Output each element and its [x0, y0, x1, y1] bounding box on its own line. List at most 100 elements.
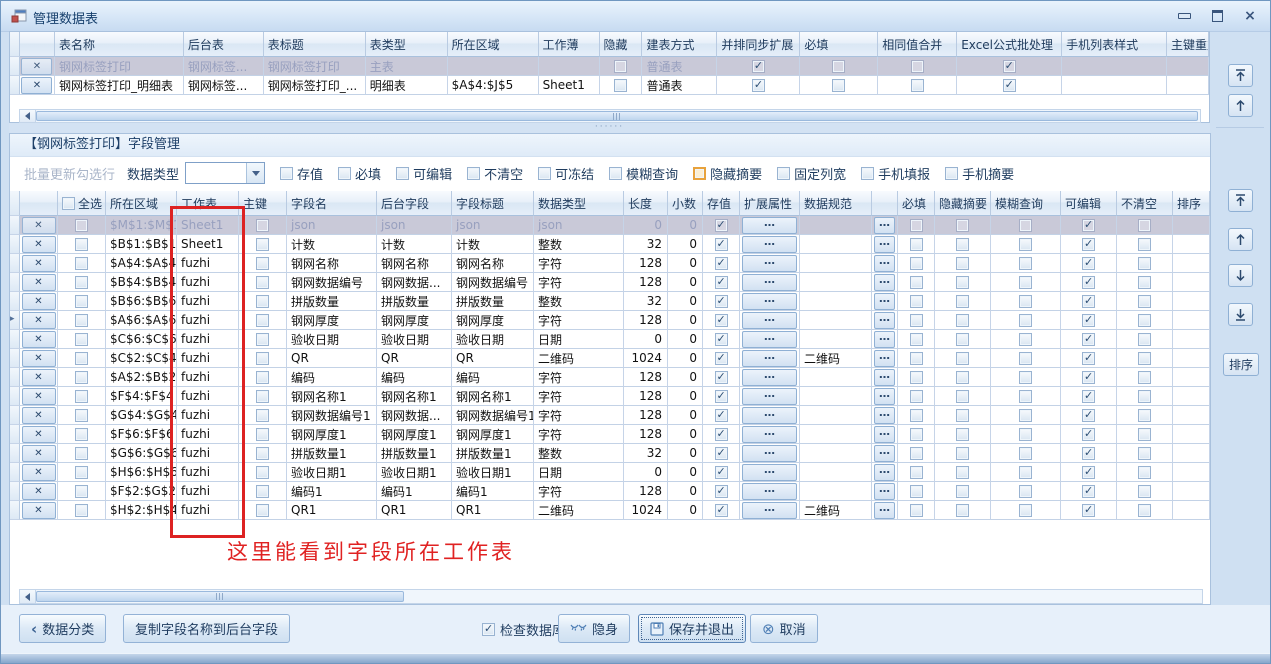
cell-title[interactable]: QR1: [452, 501, 534, 520]
more-ellipsis-button[interactable]: …: [874, 312, 895, 329]
store-checkbox[interactable]: [715, 371, 728, 384]
delete-row-button[interactable]: ✕: [21, 77, 52, 94]
cell-dtype[interactable]: 二维码: [534, 501, 624, 520]
cell-backend[interactable]: 钢网名称1: [377, 387, 452, 406]
ext-ellipsis-button[interactable]: …: [742, 464, 797, 481]
toolbar-checkbox-2[interactable]: [396, 167, 409, 180]
cell-spec[interactable]: [800, 482, 872, 501]
hidesum-checkbox[interactable]: [956, 314, 969, 327]
pk-checkbox[interactable]: [256, 409, 269, 422]
move-to-top-button[interactable]: [1228, 189, 1253, 212]
store-checkbox[interactable]: [715, 504, 728, 517]
cell-spec[interactable]: [800, 254, 872, 273]
delete-row-button[interactable]: ✕: [21, 58, 52, 75]
hidesum-checkbox[interactable]: [956, 504, 969, 517]
restore-button[interactable]: [1209, 8, 1225, 24]
cell-sheet[interactable]: fuzhi: [177, 273, 239, 292]
cell-spec[interactable]: [800, 292, 872, 311]
cell-title[interactable]: 钢网名称: [452, 254, 534, 273]
cell-spec[interactable]: [800, 444, 872, 463]
more-ellipsis-button[interactable]: …: [874, 464, 895, 481]
cell-backend[interactable]: 验收日期1: [377, 463, 452, 482]
fuzzy-checkbox[interactable]: [1019, 295, 1032, 308]
sel-checkbox[interactable]: [75, 466, 88, 479]
more-ellipsis-button[interactable]: …: [874, 255, 895, 272]
hidesum-checkbox[interactable]: [956, 238, 969, 251]
more-ellipsis-button[interactable]: …: [874, 483, 895, 500]
close-button[interactable]: ×: [1242, 8, 1258, 24]
req-checkbox[interactable]: [910, 257, 923, 270]
cell-title[interactable]: 钢网数据编号: [452, 273, 534, 292]
noclear-checkbox[interactable]: [1138, 371, 1151, 384]
toolbar-checkbox-9[interactable]: [945, 167, 958, 180]
sort-button[interactable]: 排序: [1223, 353, 1259, 376]
toolbar-checkbox-6[interactable]: [693, 167, 706, 180]
toolbar-checkbox-5[interactable]: [609, 167, 622, 180]
store-checkbox[interactable]: [715, 295, 728, 308]
cell-book[interactable]: Sheet1: [539, 76, 600, 95]
cell-field[interactable]: 钢网厚度1: [287, 425, 377, 444]
cell-backend[interactable]: QR: [377, 349, 452, 368]
pk-checkbox[interactable]: [256, 371, 269, 384]
cell-spec[interactable]: [800, 273, 872, 292]
sel-checkbox[interactable]: [75, 390, 88, 403]
cell-dec[interactable]: 0: [668, 463, 703, 482]
cell-region[interactable]: $F$6:$F$6: [106, 425, 177, 444]
store-checkbox[interactable]: [715, 390, 728, 403]
delete-row-button[interactable]: ✕: [22, 255, 56, 272]
cell-len[interactable]: 1024: [624, 501, 668, 520]
cell-region[interactable]: $F$4:$F$4: [106, 387, 177, 406]
req-checkbox[interactable]: [910, 371, 923, 384]
req-checkbox[interactable]: [910, 447, 923, 460]
edit-checkbox[interactable]: [1082, 371, 1095, 384]
pk-checkbox[interactable]: [256, 276, 269, 289]
delete-row-button[interactable]: ✕: [22, 312, 56, 329]
edit-checkbox[interactable]: [1082, 314, 1095, 327]
req-checkbox[interactable]: [910, 390, 923, 403]
cell-title[interactable]: 计数: [452, 235, 534, 254]
delete-row-button[interactable]: ✕: [22, 445, 56, 462]
cell-title[interactable]: 拼版数量1: [452, 444, 534, 463]
cell-backend[interactable]: 拼版数量1: [377, 444, 452, 463]
toolbar-checkbox-3[interactable]: [467, 167, 480, 180]
cell-dec[interactable]: 0: [668, 444, 703, 463]
edit-checkbox[interactable]: [1082, 390, 1095, 403]
cell-sort[interactable]: [1173, 501, 1210, 520]
cell-backend[interactable]: 钢网数据...: [377, 273, 452, 292]
cell-dtype[interactable]: 整数: [534, 292, 624, 311]
req-checkbox[interactable]: [910, 352, 923, 365]
cell-field[interactable]: 编码: [287, 368, 377, 387]
cell-sheet[interactable]: fuzhi: [177, 349, 239, 368]
cell-field[interactable]: 钢网厚度: [287, 311, 377, 330]
cell-backend[interactable]: 钢网数据...: [377, 406, 452, 425]
store-checkbox[interactable]: [715, 466, 728, 479]
cell-region[interactable]: $A$2:$B$2: [106, 368, 177, 387]
cell-field[interactable]: 钢网名称: [287, 254, 377, 273]
more-ellipsis-button[interactable]: …: [874, 217, 895, 234]
delete-row-button[interactable]: ✕: [22, 502, 56, 519]
fuzzy-checkbox[interactable]: [1019, 428, 1032, 441]
cell-dec[interactable]: 0: [668, 254, 703, 273]
scrollbar-thumb[interactable]: [36, 111, 1198, 121]
req-checkbox[interactable]: [910, 276, 923, 289]
delete-row-button[interactable]: ✕: [22, 350, 56, 367]
fuzzy-checkbox[interactable]: [1019, 409, 1032, 422]
fuzzy-checkbox[interactable]: [1019, 257, 1032, 270]
top-move-up-button[interactable]: [1228, 94, 1253, 117]
cell-spec[interactable]: [800, 368, 872, 387]
noclear-checkbox[interactable]: [1138, 504, 1151, 517]
cell-dtype[interactable]: 字符: [534, 311, 624, 330]
cell-sort[interactable]: [1173, 235, 1210, 254]
sel-checkbox[interactable]: [75, 276, 88, 289]
hidesum-checkbox[interactable]: [956, 409, 969, 422]
more-ellipsis-button[interactable]: …: [874, 350, 895, 367]
cell-backend[interactable]: 编码1: [377, 482, 452, 501]
cell-dtype[interactable]: 日期: [534, 330, 624, 349]
noclear-checkbox[interactable]: [1138, 314, 1151, 327]
cell-dec[interactable]: 0: [668, 368, 703, 387]
cell-dtype[interactable]: 字符: [534, 368, 624, 387]
cell-backend[interactable]: 计数: [377, 235, 452, 254]
cell-region[interactable]: $B$6:$B$6: [106, 292, 177, 311]
cell-dec[interactable]: 0: [668, 235, 703, 254]
cell-region[interactable]: $A$4:$A$4: [106, 254, 177, 273]
